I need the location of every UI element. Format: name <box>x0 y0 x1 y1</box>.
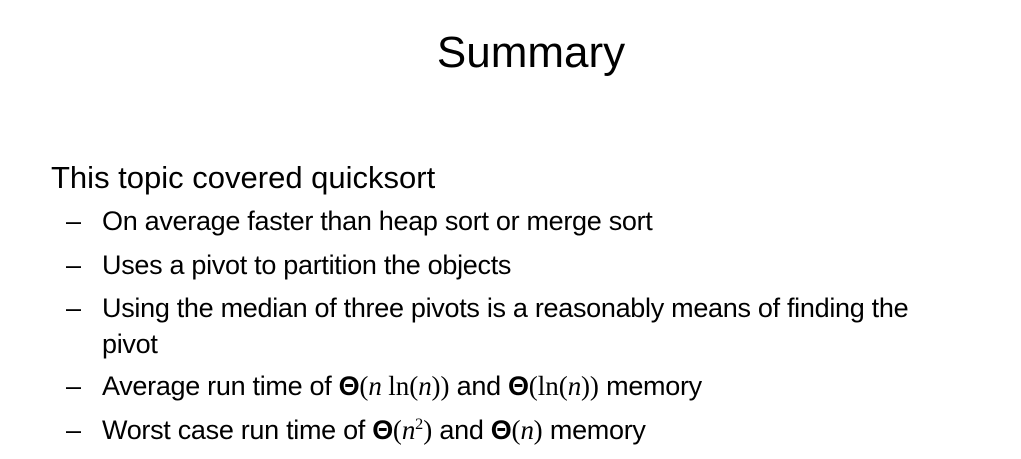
bullet-dash: – <box>66 293 82 323</box>
math-paren: ( <box>359 371 369 401</box>
bullet-suffix: memory <box>542 415 646 445</box>
bullet-prefix: Worst case run time of <box>102 415 373 445</box>
bullet-dash: – <box>66 415 82 445</box>
math-func: (ln( <box>528 371 568 401</box>
math-var: n <box>401 415 416 445</box>
math-var: n <box>368 371 382 401</box>
bullet-dash: – <box>66 371 82 401</box>
bullet-dash: – <box>66 250 82 280</box>
math-paren: )) <box>580 371 599 401</box>
math-paren: ) <box>533 415 543 445</box>
theta-symbol: Θ <box>338 371 360 401</box>
bullet-text: Worst case run time of Θ(n2) and Θ(n) me… <box>102 412 1021 448</box>
theta-symbol: Θ <box>372 415 393 445</box>
math-paren: )) <box>431 371 450 401</box>
bullet-suffix: memory <box>598 371 702 401</box>
bullet-text-line-2: pivot <box>102 329 158 359</box>
theta-symbol: Θ <box>490 415 512 445</box>
intro-text: This topic covered quicksort <box>51 160 436 195</box>
theta-symbol: Θ <box>508 371 529 401</box>
math-func: ln( <box>381 371 419 401</box>
bullet-connector: and <box>449 371 509 401</box>
bullet-text: Average run time of Θ(n ln(n)) and Θ(ln(… <box>102 368 1021 404</box>
slide: Summary This topic covered quicksort – O… <box>0 0 1021 459</box>
math-var: n <box>418 371 432 401</box>
math-exponent: 2 <box>415 415 424 433</box>
bullet-dash: – <box>66 206 82 236</box>
bullet-text-line-1: Using the median of three pivots is a re… <box>102 293 909 323</box>
bullet-connector: and <box>432 415 491 445</box>
bullet-text: On average faster than heap sort or merg… <box>102 206 653 236</box>
bullet-prefix: Average run time of <box>102 371 339 401</box>
slide-title: Summary <box>436 28 626 77</box>
bullet-text: Uses a pivot to partition the objects <box>102 250 512 280</box>
math-paren: ) <box>423 415 433 445</box>
math-var: n <box>520 415 534 445</box>
math-paren: ( <box>392 415 402 445</box>
math-var: n <box>567 371 582 401</box>
